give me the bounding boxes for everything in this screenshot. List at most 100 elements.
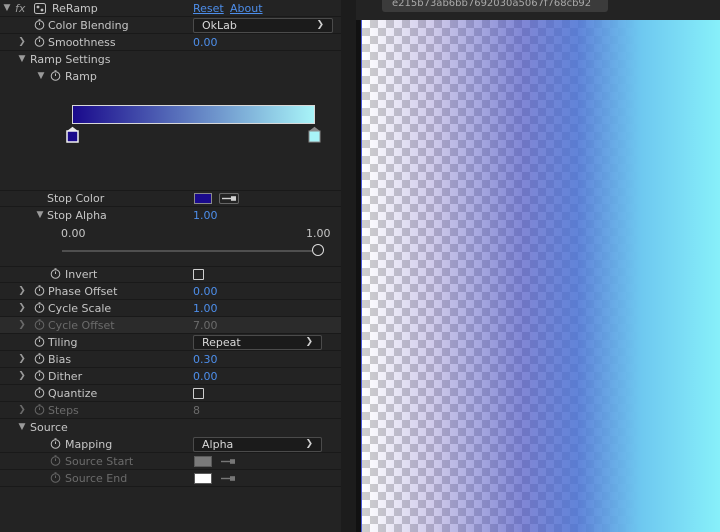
tiling-row: Tiling Repeat ❯ [0,334,341,351]
dither-label: Dither [48,370,83,383]
ramp-stop-right[interactable] [308,126,321,143]
eyedropper-icon [219,473,239,484]
stopwatch-icon[interactable] [34,353,45,364]
expand-chevron-icon[interactable]: ❯ [17,283,27,300]
source-label: Source [30,421,68,434]
effect-preset-icon [34,3,46,14]
phase-offset-row: ❯ Phase Offset 0.00 [0,283,341,300]
source-start-swatch [194,456,212,467]
stopwatch-icon[interactable] [50,438,61,449]
color-blending-row: Color Blending OkLab ❯ [0,17,341,34]
color-blending-value: OkLab [202,19,237,32]
mapping-dropdown[interactable]: Alpha ❯ [193,437,322,452]
layer-name-tab[interactable]: e215b73ab6bb7692030a5067f768cb92 [382,0,608,12]
expand-chevron-icon[interactable]: ❯ [17,317,27,334]
stop-alpha-value[interactable]: 1.00 [193,207,218,224]
collapse-chevron-icon[interactable]: ▼ [35,207,45,224]
about-link[interactable]: About [230,0,263,17]
dither-value[interactable]: 0.00 [193,368,218,385]
stopwatch-icon[interactable] [50,268,61,279]
chevron-down-icon: ❯ [316,20,324,30]
stop-alpha-slider-knob[interactable] [312,244,324,256]
composition-viewer: e215b73ab6bb7692030a5067f768cb92 [356,0,720,532]
fx-icon[interactable]: fx [15,0,25,17]
tiling-value: Repeat [202,336,241,349]
expand-chevron-icon[interactable]: ❯ [17,351,27,368]
cycle-offset-label: Cycle Offset [48,319,115,332]
expand-chevron-icon[interactable]: ❯ [17,368,27,385]
phase-offset-label: Phase Offset [48,285,118,298]
stopwatch-icon [34,319,45,330]
phase-offset-value[interactable]: 0.00 [193,283,218,300]
stopwatch-icon [50,455,61,466]
mapping-label: Mapping [65,438,113,451]
stopwatch-icon[interactable] [34,302,45,313]
effect-name: ReRamp [52,2,98,15]
invert-checkbox[interactable] [193,269,204,280]
expand-chevron-icon[interactable]: ❯ [17,34,27,51]
smoothness-value[interactable]: 0.00 [193,34,218,51]
stopwatch-icon[interactable] [34,36,45,47]
stopwatch-icon[interactable] [34,387,45,398]
panel-divider[interactable] [341,0,356,532]
collapse-chevron-icon[interactable]: ▼ [36,68,46,85]
slider-min-label: 0.00 [61,227,86,240]
source-start-label: Source Start [65,455,134,468]
bias-value[interactable]: 0.30 [193,351,218,368]
collapse-chevron-icon[interactable]: ▼ [17,419,27,436]
quantize-checkbox[interactable] [193,388,204,399]
stop-color-label: Stop Color [47,192,105,205]
quantize-label: Quantize [48,387,98,400]
ramp-label: Ramp [65,70,97,83]
ramp-settings-label: Ramp Settings [30,53,111,66]
cycle-scale-value[interactable]: 1.00 [193,300,218,317]
smoothness-label: Smoothness [48,36,116,49]
reset-link[interactable]: Reset [193,0,224,17]
stopwatch-icon[interactable] [50,70,61,81]
invert-row: Invert [0,266,341,283]
cycle-scale-row: ❯ Cycle Scale 1.00 [0,300,341,317]
bias-label: Bias [48,353,72,366]
cycle-scale-label: Cycle Scale [48,302,112,315]
gradient-render [362,20,720,532]
color-blending-dropdown[interactable]: OkLab ❯ [193,18,333,33]
stopwatch-icon[interactable] [34,285,45,296]
tiling-dropdown[interactable]: Repeat ❯ [193,335,322,350]
effect-header-row: ▼ fx ReRamp Reset About [0,0,341,17]
bias-row: ❯ Bias 0.30 [0,351,341,368]
mapping-row: Mapping Alpha ❯ [0,436,341,453]
ramp-row: ▼ Ramp [0,68,341,85]
stopwatch-icon [50,472,61,483]
smoothness-row: ❯ Smoothness 0.00 [0,34,341,51]
chevron-down-icon: ❯ [305,439,313,449]
stopwatch-icon[interactable] [34,370,45,381]
eyedropper-button[interactable] [219,193,239,204]
steps-row: ❯ Steps 8 [0,402,341,419]
stop-color-swatch[interactable] [194,193,212,204]
dither-row: ❯ Dither 0.00 [0,368,341,385]
source-end-row: Source End [0,470,341,487]
ramp-editor [0,86,341,191]
mapping-value: Alpha [202,438,234,451]
gradient-ramp-bar[interactable] [72,105,315,124]
tiling-label: Tiling [48,336,78,349]
effect-controls-panel: ▼ fx ReRamp Reset About Color Blending O… [0,0,341,532]
stop-color-row: Stop Color [0,190,341,207]
quantize-row: Quantize [0,385,341,402]
stopwatch-icon [34,404,45,415]
ramp-stop-left[interactable] [66,126,79,143]
stop-alpha-slider-track[interactable] [62,250,312,252]
invert-label: Invert [65,268,98,281]
steps-value: 8 [193,404,200,417]
stopwatch-icon[interactable] [34,19,45,30]
expand-chevron-icon[interactable]: ❯ [17,402,27,419]
stopwatch-icon[interactable] [34,336,45,347]
cycle-offset-row: ❯ Cycle Offset 7.00 [0,317,341,334]
collapse-chevron-icon[interactable]: ▼ [2,0,12,17]
expand-chevron-icon[interactable]: ❯ [17,300,27,317]
collapse-chevron-icon[interactable]: ▼ [17,51,27,68]
source-row: ▼ Source [0,419,341,436]
chevron-down-icon: ❯ [305,337,313,347]
ramp-settings-row: ▼ Ramp Settings [0,51,341,68]
composition-canvas[interactable] [361,20,720,532]
